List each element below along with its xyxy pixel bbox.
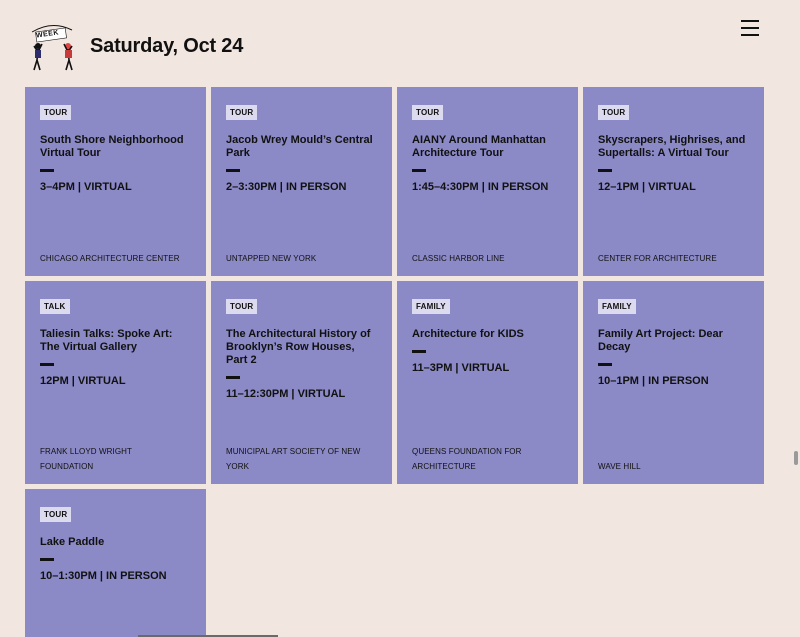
event-organizer: UNTAPPED NEW YORK <box>226 254 317 263</box>
event-card[interactable]: TOUR Jacob Wrey Mould’s Central Park 2–3… <box>211 87 392 276</box>
event-time: 11–12:30PM | VIRTUAL <box>226 388 346 400</box>
event-title: The Architectural History of Brooklyn’s … <box>226 328 371 366</box>
divider <box>226 169 240 172</box>
event-tag: FAMILY <box>412 299 450 314</box>
event-time: 3–4PM | VIRTUAL <box>40 181 132 193</box>
event-time: 11–3PM | VIRTUAL <box>412 362 510 374</box>
scrollbar-thumb[interactable] <box>794 451 798 465</box>
event-time: 1:45–4:30PM | IN PERSON <box>412 181 549 193</box>
week-logo[interactable]: WEEK <box>24 16 80 74</box>
event-title: Family Art Project: Dear Decay <box>598 328 723 353</box>
event-tag: FAMILY <box>598 299 636 314</box>
event-card[interactable]: TALK Taliesin Talks: Spoke Art: The Virt… <box>25 281 206 484</box>
divider <box>40 363 54 366</box>
event-title: Lake Paddle <box>40 536 105 548</box>
event-time: 12PM | VIRTUAL <box>40 375 126 387</box>
event-time: 10–1:30PM | IN PERSON <box>40 570 167 582</box>
event-organizer: FRANK LLOYD WRIGHT FOUNDATION <box>40 447 132 471</box>
event-card[interactable]: TOUR Lake Paddle 10–1:30PM | IN PERSON <box>25 489 206 637</box>
event-tag: TOUR <box>226 299 258 314</box>
event-card[interactable]: FAMILY Family Art Project: Dear Decay 10… <box>583 281 764 484</box>
event-title: South Shore Neighborhood Virtual Tour <box>40 134 184 159</box>
event-time: 12–1PM | VIRTUAL <box>598 181 696 193</box>
event-tag: TOUR <box>40 507 72 522</box>
event-card[interactable]: TOUR The Architectural History of Brookl… <box>211 281 392 484</box>
event-title: AIANY Around Manhattan Architecture Tour <box>412 134 546 159</box>
event-card[interactable]: TOUR South Shore Neighborhood Virtual To… <box>25 87 206 276</box>
event-tag: TOUR <box>40 105 72 120</box>
event-title: Skyscrapers, Highrises, and Supertalls: … <box>598 134 746 159</box>
divider <box>412 169 426 172</box>
event-tag: TOUR <box>412 105 444 120</box>
event-card[interactable]: TOUR Skyscrapers, Highrises, and Superta… <box>583 87 764 276</box>
event-title: Taliesin Talks: Spoke Art: The Virtual G… <box>40 328 173 353</box>
divider <box>40 169 54 172</box>
event-organizer: MUNICIPAL ART SOCIETY OF NEW YORK <box>226 447 361 471</box>
page: WEEK Saturday, Oct 24 TOUR South Shore N… <box>0 0 800 637</box>
events-grid: TOUR South Shore Neighborhood Virtual To… <box>25 87 765 637</box>
event-organizer: CHICAGO ARCHITECTURE CENTER <box>40 254 180 263</box>
divider <box>412 350 426 353</box>
event-organizer: QUEENS FOUNDATION FOR ARCHITECTURE <box>412 447 522 471</box>
event-title: Architecture for KIDS <box>412 328 524 340</box>
event-tag: TOUR <box>598 105 630 120</box>
divider <box>40 558 54 561</box>
event-time: 2–3:30PM | IN PERSON <box>226 181 347 193</box>
event-tag: TOUR <box>226 105 258 120</box>
event-card[interactable]: TOUR AIANY Around Manhattan Architecture… <box>397 87 578 276</box>
divider <box>226 376 240 379</box>
header: WEEK Saturday, Oct 24 <box>24 14 243 76</box>
event-card[interactable]: FAMILY Architecture for KIDS 11–3PM | VI… <box>397 281 578 484</box>
event-organizer: CLASSIC HARBOR LINE <box>412 254 505 263</box>
divider <box>598 363 612 366</box>
event-organizer: WAVE HILL <box>598 462 641 471</box>
event-organizer: CENTER FOR ARCHITECTURE <box>598 254 717 263</box>
event-title: Jacob Wrey Mould’s Central Park <box>226 134 373 159</box>
divider <box>598 169 612 172</box>
hamburger-menu-icon[interactable] <box>741 20 759 36</box>
event-time: 10–1PM | IN PERSON <box>598 375 709 387</box>
event-tag: TALK <box>40 299 70 314</box>
week-logo-illustration-icon <box>31 25 73 71</box>
page-title: Saturday, Oct 24 <box>90 34 244 57</box>
